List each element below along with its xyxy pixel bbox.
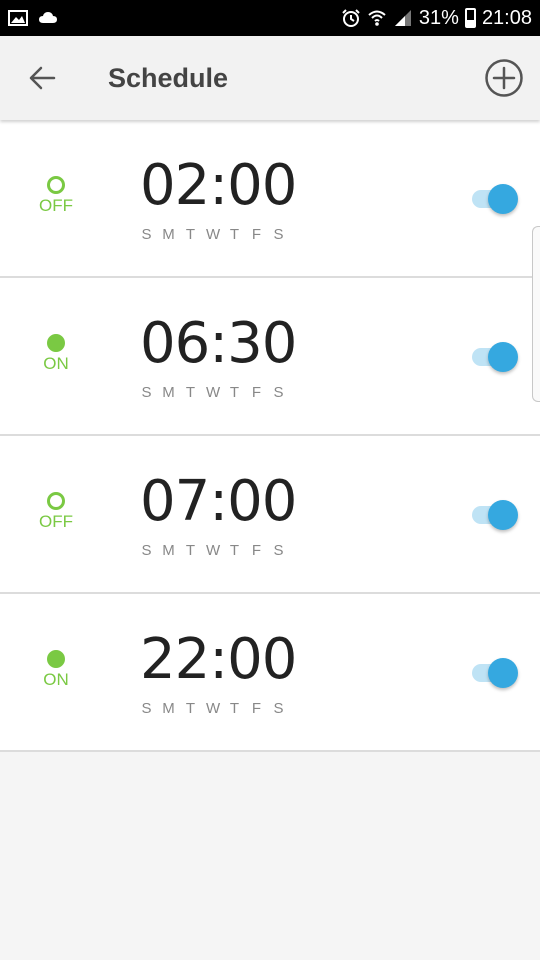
day-label: W	[206, 384, 222, 401]
repeat-days: S M T W T F S	[140, 700, 286, 717]
day-label: T	[229, 700, 241, 717]
schedule-time: 06:30	[140, 311, 297, 376]
app-bar: Schedule	[0, 36, 540, 120]
day-label: T	[185, 542, 197, 559]
state-off-icon	[47, 492, 65, 510]
signal-icon	[394, 10, 411, 26]
edge-panel-handle[interactable]	[532, 226, 540, 402]
schedule-time: 22:00	[140, 627, 297, 692]
state-indicator: ON	[26, 650, 86, 690]
toggle-knob	[488, 342, 518, 372]
wifi-icon	[368, 10, 386, 26]
day-label: W	[206, 226, 222, 243]
repeat-days: S M T W T F S	[140, 226, 286, 243]
day-label: M	[162, 542, 176, 559]
day-label: T	[229, 542, 241, 559]
page-title: Schedule	[108, 63, 229, 93]
add-schedule-button[interactable]	[484, 58, 524, 98]
day-label: T	[185, 226, 197, 243]
schedule-enable-toggle[interactable]	[470, 655, 522, 691]
schedule-enable-toggle[interactable]	[470, 181, 522, 217]
day-label: S	[141, 384, 153, 401]
day-label: T	[185, 700, 197, 717]
day-label: M	[162, 384, 176, 401]
toggle-knob	[488, 184, 518, 214]
toggle-knob	[488, 500, 518, 530]
day-label: S	[141, 542, 153, 559]
day-label: M	[162, 226, 176, 243]
day-label: S	[273, 700, 285, 717]
schedule-time: 07:00	[140, 469, 297, 534]
state-on-icon	[47, 650, 65, 668]
schedule-row[interactable]: ON 22:00 S M T W T F S	[0, 594, 540, 752]
day-label: F	[251, 700, 263, 717]
day-label: T	[229, 226, 241, 243]
back-button[interactable]	[22, 58, 62, 98]
repeat-days: S M T W T F S	[140, 384, 286, 401]
day-label: F	[251, 384, 263, 401]
schedule-enable-toggle[interactable]	[470, 339, 522, 375]
day-label: S	[141, 226, 153, 243]
day-label: T	[185, 384, 197, 401]
day-label: F	[251, 226, 263, 243]
day-label: M	[162, 700, 176, 717]
alarm-icon	[342, 9, 360, 27]
toggle-knob	[488, 658, 518, 688]
state-off-icon	[47, 176, 65, 194]
schedule-row[interactable]: ON 06:30 S M T W T F S	[0, 278, 540, 436]
arrow-left-icon	[29, 66, 56, 90]
day-label: F	[251, 542, 263, 559]
state-indicator: OFF	[26, 492, 86, 532]
day-label: W	[206, 700, 222, 717]
gallery-icon	[8, 10, 28, 26]
state-indicator: OFF	[26, 176, 86, 216]
schedule-list: OFF 02:00 S M T W T F S ON 06:30 S M T W…	[0, 120, 540, 752]
plus-circle-icon	[485, 59, 523, 97]
day-label: S	[141, 700, 153, 717]
cloud-icon	[39, 12, 57, 23]
status-left-icons	[8, 8, 58, 28]
status-right: 31% 21:08	[341, 6, 532, 30]
clock-time: 21:08	[481, 7, 532, 29]
day-label: S	[273, 384, 285, 401]
schedule-enable-toggle[interactable]	[470, 497, 522, 533]
state-label: ON	[43, 354, 69, 373]
battery-percent: 31%	[418, 7, 459, 29]
schedule-row[interactable]: OFF 07:00 S M T W T F S	[0, 436, 540, 594]
repeat-days: S M T W T F S	[140, 542, 286, 559]
schedule-time: 02:00	[140, 153, 297, 218]
day-label: T	[229, 384, 241, 401]
day-label: S	[273, 542, 285, 559]
schedule-row[interactable]: OFF 02:00 S M T W T F S	[0, 120, 540, 278]
day-label: W	[206, 542, 222, 559]
state-label: OFF	[39, 512, 73, 531]
battery-icon	[464, 8, 476, 28]
status-bar: 31% 21:08	[0, 0, 540, 36]
state-indicator: ON	[26, 334, 86, 374]
day-label: S	[273, 226, 285, 243]
state-on-icon	[47, 334, 65, 352]
state-label: ON	[43, 670, 69, 689]
state-label: OFF	[39, 196, 73, 215]
